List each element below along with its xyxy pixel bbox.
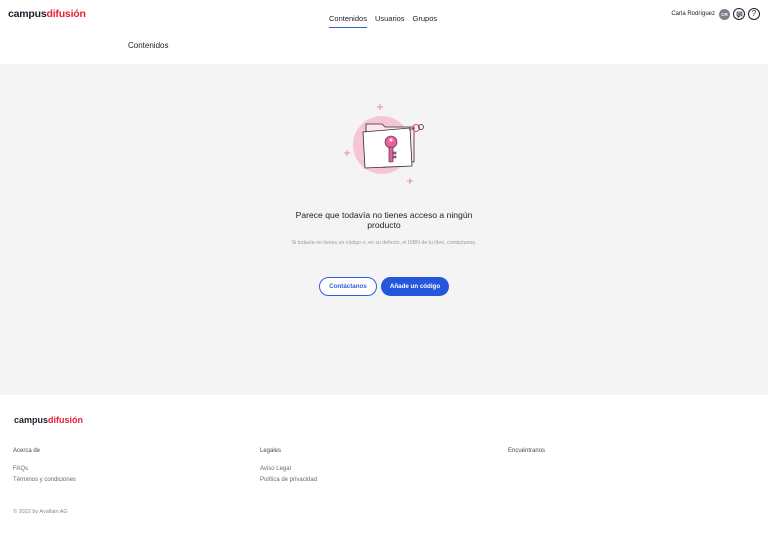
chat-icon[interactable] (733, 8, 745, 20)
brand-logo[interactable]: campusdifusión (8, 8, 86, 20)
footer-column-legal: Legales Aviso Legal Política de privacid… (260, 448, 317, 486)
footer-link-faqs[interactable]: FAQs (13, 464, 76, 475)
help-icon[interactable]: ? (748, 8, 760, 20)
footer-heading-about: Acerca de (13, 448, 41, 454)
avatar[interactable]: CR (719, 8, 730, 20)
user-menu: Carla Rodríguez CR ? (671, 8, 760, 20)
footer-column-find-us: Encuéntranos (508, 448, 545, 464)
empty-state-title: Parece que todavía no tienes acceso a ni… (295, 210, 473, 230)
site-footer: campusdifusión Acerca de FAQs Términos y… (0, 395, 768, 533)
user-name[interactable]: Carla Rodríguez (671, 11, 715, 17)
footer-column-about: Acerca de FAQs Términos y condiciones (13, 448, 76, 486)
add-code-button[interactable]: Añade un código (381, 277, 449, 296)
main-nav: Contenidos Usuarios Grupos (329, 14, 437, 28)
tab-contenidos[interactable]: Contenidos (329, 14, 367, 28)
logo-text-difusion: difusión (46, 8, 86, 20)
page-title: Contenidos (128, 41, 169, 50)
tab-usuarios[interactable]: Usuarios (375, 14, 405, 28)
footer-link-privacy[interactable]: Política de privacidad (260, 475, 317, 486)
footer-logo[interactable]: campusdifusión (14, 415, 83, 425)
footer-link-terms[interactable]: Términos y condiciones (13, 475, 76, 486)
contact-button[interactable]: Contáctanos (319, 277, 377, 296)
footer-heading-legal: Legales (260, 448, 282, 454)
empty-state-description: Si todavía no tienes un código o, en su … (291, 240, 477, 246)
folder-key-illustration-icon (344, 104, 424, 184)
logo-text-campus: campus (8, 8, 47, 20)
footer-link-legal-notice[interactable]: Aviso Legal (260, 464, 317, 475)
tab-grupos[interactable]: Grupos (413, 14, 438, 28)
top-header: campusdifusión Contenidos Usuarios Grupo… (0, 0, 768, 34)
copyright-text: © 2022 by Avallain AG (13, 509, 68, 515)
footer-heading-find-us: Encuéntranos (508, 448, 546, 454)
empty-state-area: Parece que todavía no tienes acceso a ni… (0, 64, 768, 395)
chat-icon-glyph (736, 11, 742, 18)
footer-logo-text-difusion: difusión (48, 415, 84, 425)
footer-logo-text-campus: campus (14, 415, 49, 425)
